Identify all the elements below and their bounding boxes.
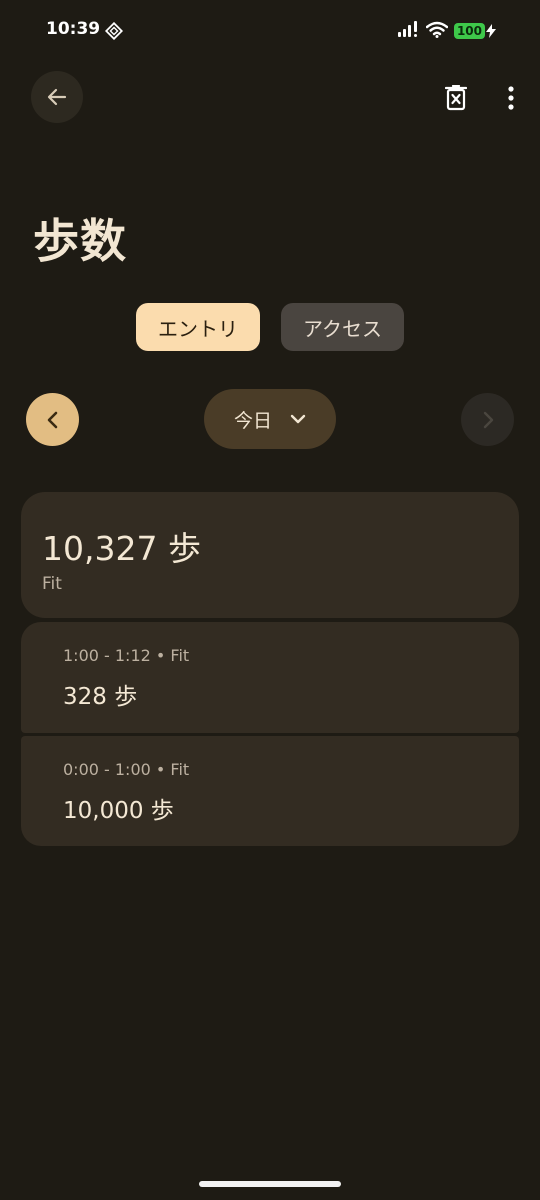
date-label: 今日	[233, 409, 272, 432]
page-title: 歩数	[33, 214, 127, 268]
chevron-down-icon	[290, 414, 306, 424]
arrow-left-icon	[47, 88, 67, 106]
previous-day-button[interactable]	[26, 393, 79, 446]
signal-icon	[397, 21, 420, 41]
tab-entries[interactable]: エントリ	[136, 303, 260, 351]
chevron-right-icon	[483, 411, 493, 428]
step-entry-item[interactable]: 1:00 - 1:12 • Fit 328 歩	[21, 622, 519, 733]
more-options-button[interactable]	[493, 78, 529, 118]
home-indicator[interactable]	[199, 1181, 341, 1187]
date-picker-button[interactable]: 今日	[204, 389, 336, 449]
step-entry-item[interactable]: 0:00 - 1:00 • Fit 10,000 歩	[21, 736, 519, 846]
status-time: 10:39	[46, 19, 101, 39]
total-steps-source: Fit	[42, 574, 62, 594]
back-button[interactable]	[31, 71, 83, 123]
tab-access[interactable]: アクセス	[281, 303, 404, 351]
delete-button[interactable]	[436, 78, 476, 118]
charging-bolt-icon	[486, 24, 496, 38]
delete-icon	[445, 85, 467, 111]
battery-level: 100	[453, 23, 485, 39]
total-steps-card: 10,327 歩 Fit	[21, 492, 519, 618]
entry-steps-value: 10,000 歩	[63, 798, 174, 824]
battery-indicator: 100	[453, 23, 496, 39]
chevron-left-icon	[47, 411, 57, 428]
status-icons: 100	[397, 20, 496, 42]
wifi-icon	[425, 21, 449, 42]
status-bar: 10:39 100	[0, 0, 540, 62]
notification-diamond-icon	[104, 21, 124, 41]
entry-time-source: 0:00 - 1:00 • Fit	[63, 760, 190, 779]
next-day-button[interactable]	[461, 393, 514, 446]
total-steps-value: 10,327 歩	[42, 529, 201, 568]
entry-steps-value: 328 歩	[63, 684, 138, 710]
more-vertical-icon	[508, 86, 514, 110]
entry-time-source: 1:00 - 1:12 • Fit	[63, 646, 190, 665]
